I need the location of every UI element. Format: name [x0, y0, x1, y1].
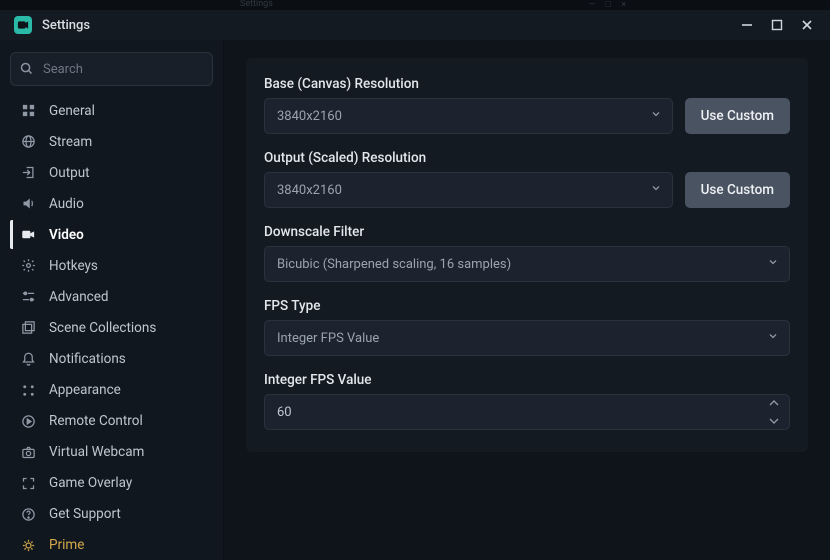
output-resolution-custom-button[interactable]: Use Custom	[685, 172, 790, 208]
sidebar-item-label: Appearance	[49, 382, 121, 398]
sidebar-item-audio[interactable]: Audio	[10, 189, 213, 218]
settings-window: Settings General	[0, 10, 830, 560]
grid-icon	[19, 102, 37, 120]
main-content: Base (Canvas) Resolution 3840x2160 Use C…	[224, 40, 830, 560]
video-settings-panel: Base (Canvas) Resolution 3840x2160 Use C…	[246, 58, 808, 452]
fps-value-input[interactable]: 60	[264, 394, 790, 430]
bell-icon	[19, 350, 37, 368]
output-resolution-field: Output (Scaled) Resolution 3840x2160 Use…	[264, 150, 790, 208]
fps-value-label: Integer FPS Value	[264, 372, 790, 388]
play-circle-icon	[19, 412, 37, 430]
sidebar-item-video[interactable]: Video	[10, 220, 213, 249]
prime-icon	[19, 536, 37, 554]
sidebar-item-remote-control[interactable]: Remote Control	[10, 407, 213, 436]
background-window-title: Settings	[240, 0, 273, 9]
base-resolution-custom-button[interactable]: Use Custom	[685, 98, 790, 134]
maximize-button[interactable]	[762, 13, 792, 37]
sidebar-item-notifications[interactable]: Notifications	[10, 345, 213, 374]
chevron-down-icon	[769, 417, 779, 425]
video-icon	[19, 226, 37, 244]
sidebar-item-appearance[interactable]: Appearance	[10, 376, 213, 405]
fps-type-value: Integer FPS Value	[277, 331, 379, 346]
sidebar-item-label: Video	[49, 227, 84, 243]
output-resolution-select[interactable]: 3840x2160	[264, 172, 673, 208]
sidebar-item-output[interactable]: Output	[10, 158, 213, 187]
base-resolution-value: 3840x2160	[277, 109, 342, 124]
sidebar-item-label: Audio	[49, 196, 84, 212]
sidebar-item-get-support[interactable]: Get Support	[10, 500, 213, 529]
output-resolution-label: Output (Scaled) Resolution	[264, 150, 790, 166]
expand-icon	[19, 474, 37, 492]
output-resolution-value: 3840x2160	[277, 183, 342, 198]
base-resolution-field: Base (Canvas) Resolution 3840x2160 Use C…	[264, 76, 790, 134]
sidebar-item-label: Output	[49, 165, 90, 181]
window-title: Settings	[42, 18, 90, 33]
sidebar-item-stream[interactable]: Stream	[10, 127, 213, 156]
sidebar-item-prime[interactable]: Prime	[10, 531, 213, 560]
sidebar-item-label: Stream	[49, 134, 92, 150]
sidebar-item-label: Prime	[49, 537, 84, 553]
fps-value-field: Integer FPS Value 60	[264, 372, 790, 430]
help-icon	[19, 505, 37, 523]
minimize-button[interactable]	[732, 13, 762, 37]
sidebar-item-label: Remote Control	[49, 413, 143, 429]
sidebar-item-scene-collections[interactable]: Scene Collections	[10, 313, 213, 342]
sidebar-item-advanced[interactable]: Advanced	[10, 282, 213, 311]
camera-icon	[19, 443, 37, 461]
audio-icon	[19, 195, 37, 213]
sidebar-item-label: Notifications	[49, 351, 126, 367]
appearance-icon	[19, 381, 37, 399]
background-window-controls: — □ ×	[588, 0, 630, 10]
sidebar-item-general[interactable]: General	[10, 96, 213, 125]
sidebar-item-label: Hotkeys	[49, 258, 98, 274]
chevron-down-icon	[767, 256, 779, 272]
fps-type-label: FPS Type	[264, 298, 790, 314]
output-icon	[19, 164, 37, 182]
sidebar-nav: General Stream Output Audio Video	[10, 96, 213, 560]
globe-icon	[19, 133, 37, 151]
sidebar-item-label: Scene Collections	[49, 320, 156, 336]
sidebar-item-label: General	[49, 103, 95, 119]
chevron-up-icon	[769, 399, 779, 407]
fps-type-field: FPS Type Integer FPS Value	[264, 298, 790, 356]
search-field-wrap	[10, 52, 213, 86]
sidebar-item-label: Virtual Webcam	[49, 444, 144, 460]
chevron-down-icon	[767, 330, 779, 346]
downscale-filter-label: Downscale Filter	[264, 224, 790, 240]
search-input[interactable]	[10, 52, 213, 86]
downscale-filter-value: Bicubic (Sharpened scaling, 16 samples)	[277, 257, 511, 272]
downscale-filter-select[interactable]: Bicubic (Sharpened scaling, 16 samples)	[264, 246, 790, 282]
sidebar: General Stream Output Audio Video	[0, 40, 224, 560]
search-icon	[19, 61, 34, 80]
sidebar-item-label: Advanced	[49, 289, 109, 305]
sidebar-item-game-overlay[interactable]: Game Overlay	[10, 469, 213, 498]
fps-type-select[interactable]: Integer FPS Value	[264, 320, 790, 356]
background-titlebar: Settings — □ ×	[0, 0, 830, 10]
sidebar-item-label: Get Support	[49, 506, 121, 522]
close-button[interactable]	[792, 13, 822, 37]
collections-icon	[19, 319, 37, 337]
sidebar-item-virtual-webcam[interactable]: Virtual Webcam	[10, 438, 213, 467]
sidebar-item-label: Game Overlay	[49, 475, 132, 491]
fps-value: 60	[277, 405, 292, 420]
app-icon	[14, 16, 32, 34]
chevron-down-icon	[650, 182, 662, 198]
base-resolution-label: Base (Canvas) Resolution	[264, 76, 790, 92]
titlebar: Settings	[0, 10, 830, 40]
sliders-icon	[19, 288, 37, 306]
chevron-down-icon	[650, 108, 662, 124]
stepper-arrows[interactable]	[769, 399, 783, 425]
downscale-filter-field: Downscale Filter Bicubic (Sharpened scal…	[264, 224, 790, 282]
base-resolution-select[interactable]: 3840x2160	[264, 98, 673, 134]
gear-icon	[19, 257, 37, 275]
sidebar-item-hotkeys[interactable]: Hotkeys	[10, 251, 213, 280]
